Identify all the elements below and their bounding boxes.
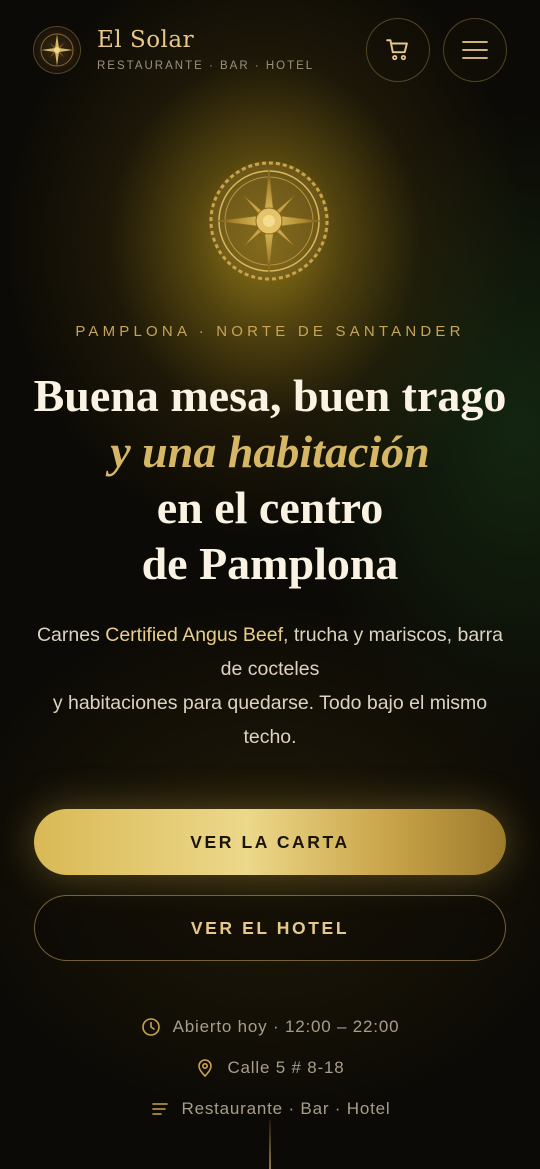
site-header: El Solar RESTAURANTE · BAR · HOTEL [0,0,540,100]
menu-button[interactable] [443,18,507,82]
desc-post: y habitaciones para quedarse. Todo bajo … [52,692,488,748]
cart-button[interactable] [366,18,430,82]
brand-name[interactable]: El Solar [97,27,194,53]
sun-compass-emblem-icon [203,155,335,287]
cart-icon [386,39,408,61]
hamburger-menu-icon [462,41,488,59]
scroll-indicator [269,1120,271,1169]
hours-text: Abierto hoy · 12:00 – 22:00 [172,1017,400,1036]
headline-accent: y una habitación [110,426,430,477]
location-pin-icon [195,1058,215,1078]
view-menu-button[interactable]: VER LA CARTA [34,809,506,875]
view-hotel-button[interactable]: VER EL HOTEL [34,895,506,961]
hours-info: Abierto hoy · 12:00 – 22:00 [0,1017,540,1037]
headline-line-1: Buena mesa, buen trago [33,370,507,421]
sun-logo-icon [40,33,74,67]
location-eyebrow: PAMPLONA · NORTE DE SANTANDER [75,323,465,340]
hero-headline: Buena mesa, buen trago y una habitación … [0,368,540,592]
services-text: Restaurante · Bar · Hotel [181,1099,391,1118]
headline-line-3: en el centro [156,482,384,533]
address-text: Calle 5 # 8-18 [227,1058,345,1077]
services-info: Restaurante · Bar · Hotel [0,1099,540,1119]
hero-description: Carnes Certified Angus Beef, trucha y ma… [30,618,510,754]
list-lines-icon [150,1099,170,1119]
address-info[interactable]: Calle 5 # 8-18 [0,1058,540,1078]
brand-logo[interactable] [33,26,81,74]
headline-line-4: de Pamplona [141,538,399,589]
desc-pre: Carnes [36,624,106,646]
brand-tagline: RESTAURANTE · BAR · HOTEL [97,60,315,72]
clock-icon [141,1017,161,1037]
desc-highlight: Certified Angus Beef [105,624,284,646]
